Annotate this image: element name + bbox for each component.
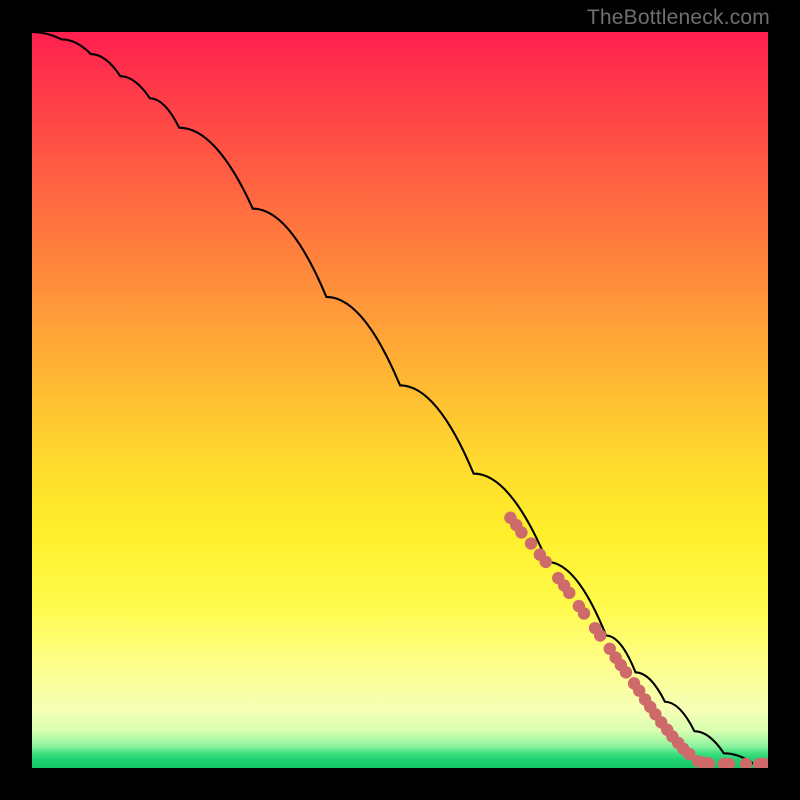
chart-frame: TheBottleneck.com (0, 0, 800, 800)
scatter-dots (504, 512, 768, 768)
scatter-dot (740, 758, 752, 768)
scatter-dot (515, 526, 527, 538)
scatter-dot (563, 587, 575, 599)
scatter-dot (594, 629, 606, 641)
scatter-dot (525, 537, 537, 549)
curve-line (32, 32, 768, 764)
plot-area (32, 32, 768, 768)
scatter-dot (578, 607, 590, 619)
scatter-dot (620, 666, 632, 678)
scatter-dot (540, 556, 552, 568)
chart-svg (32, 32, 768, 768)
watermark-text: TheBottleneck.com (587, 6, 770, 30)
